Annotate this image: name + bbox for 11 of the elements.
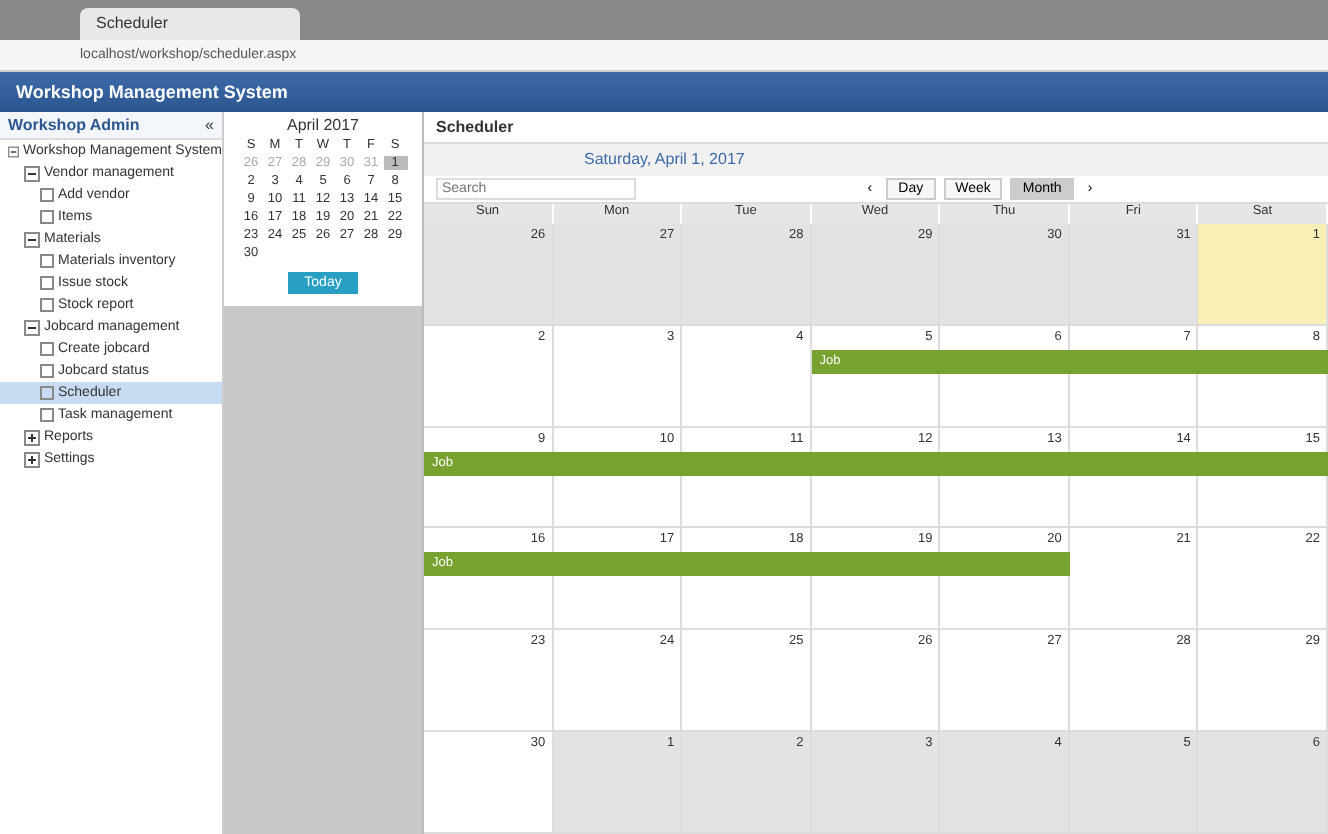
collapse-button[interactable]: «	[205, 116, 214, 134]
sidebar-title: Workshop Admin	[8, 116, 140, 134]
app-title: Workshop Management System	[0, 72, 1328, 112]
expand-icon[interactable]	[24, 429, 40, 445]
expand-icon[interactable]	[24, 451, 40, 467]
browser-tab[interactable]: Scheduler	[80, 8, 300, 40]
collapse-icon[interactable]	[24, 319, 40, 335]
date-heading: Saturday, April 1, 2017	[424, 144, 1328, 176]
collapse-icon[interactable]	[24, 231, 40, 247]
month-title: April 2017	[286, 116, 360, 134]
collapse-icon[interactable]	[24, 165, 40, 181]
